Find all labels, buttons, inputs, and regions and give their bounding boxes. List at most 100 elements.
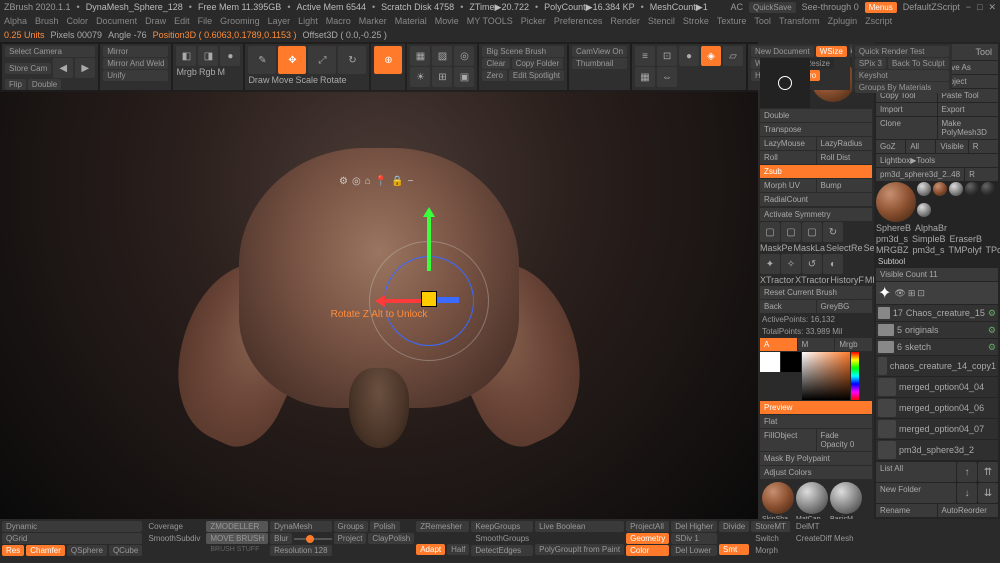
- editspot-button[interactable]: Edit Spotlight: [509, 70, 564, 81]
- seethrough-slider[interactable]: See-through 0: [802, 2, 859, 12]
- hue-slider[interactable]: [851, 352, 859, 400]
- tool-thumb-1[interactable]: [917, 182, 931, 196]
- m-button[interactable]: M: [798, 338, 835, 351]
- mrgb-button[interactable]: Mrgb: [835, 338, 872, 351]
- delhigher-button[interactable]: Del Higher: [671, 521, 717, 532]
- groupsbymat-button[interactable]: Groups By Materials: [855, 82, 949, 93]
- mrgbzg-icon[interactable]: ◐: [823, 254, 843, 274]
- zremesher-button[interactable]: ZRemesher: [416, 521, 469, 532]
- adapt-button[interactable]: Adapt: [416, 544, 445, 555]
- draw-mode-icon[interactable]: ✎: [248, 46, 276, 74]
- import-button[interactable]: Import: [876, 103, 937, 116]
- keyshot-button[interactable]: Keyshot: [855, 70, 949, 81]
- mrgb-icon[interactable]: ◧: [176, 46, 196, 66]
- radialcount-button[interactable]: RadialCount: [760, 193, 872, 206]
- subtool-row-2[interactable]: merged_option04_04: [876, 377, 998, 397]
- delmt-button[interactable]: DelMT: [792, 521, 858, 532]
- double-button[interactable]: Double: [28, 79, 61, 90]
- m-icon[interactable]: ●: [220, 46, 240, 66]
- camview-button[interactable]: CamView On: [572, 46, 627, 57]
- lazymouse-button[interactable]: LazyMouse: [760, 137, 816, 150]
- menu-color[interactable]: Color: [67, 16, 89, 26]
- blur-slider[interactable]: [294, 538, 331, 540]
- prev-cam-icon[interactable]: ◀: [53, 58, 73, 78]
- minimize-icon[interactable]: −: [966, 2, 971, 12]
- backtosculpt-button[interactable]: Back To Sculpt: [888, 58, 949, 69]
- roll-button[interactable]: Roll: [760, 151, 816, 164]
- gear-icon[interactable]: ⚙: [988, 308, 996, 319]
- icon-b[interactable]: ▨: [432, 46, 452, 66]
- defaultzscript-label[interactable]: DefaultZScript: [903, 2, 960, 12]
- smoothgroups-button[interactable]: SmoothGroups: [471, 533, 533, 544]
- storemt-button[interactable]: StoreMT: [751, 521, 790, 532]
- menu-material[interactable]: Material: [395, 16, 427, 26]
- persp-icon[interactable]: ▱: [723, 46, 743, 66]
- groups-button[interactable]: Groups: [334, 521, 368, 532]
- zero-button[interactable]: Zero: [482, 70, 506, 81]
- claypolish-button[interactable]: ClayPolish: [368, 533, 414, 544]
- zmodeller-button[interactable]: ZMODELLER: [206, 521, 268, 532]
- pf-icon[interactable]: ⊡: [657, 46, 677, 66]
- current-tool-preview[interactable]: [876, 182, 916, 222]
- subtool-header[interactable]: Subtool: [876, 256, 998, 267]
- select-camera-button[interactable]: Select Camera: [5, 46, 95, 57]
- folder-sketch[interactable]: 6 sketch ⚙: [876, 339, 998, 355]
- rename-button[interactable]: Rename: [876, 504, 937, 517]
- gizmo-center[interactable]: [421, 291, 437, 307]
- projectall-button[interactable]: ProjectAll: [626, 521, 669, 532]
- sym-x-icon[interactable]: ▢: [760, 222, 780, 242]
- resolution-button[interactable]: Resolution 128: [270, 545, 331, 556]
- tool-thumb-4[interactable]: [965, 182, 979, 196]
- clone-button[interactable]: Clone: [876, 117, 937, 139]
- gizmo-lock-icon[interactable]: 🔒: [391, 176, 403, 187]
- color-button[interactable]: Color: [626, 545, 669, 556]
- subtool-row-5[interactable]: pm3d_sphere3d_2: [876, 440, 998, 460]
- blur-button[interactable]: Blur: [270, 533, 292, 544]
- clear-button[interactable]: Clear: [482, 58, 509, 69]
- gizmo-minus-icon[interactable]: −: [408, 176, 414, 187]
- chamfer-button[interactable]: Chamfer: [26, 545, 65, 556]
- menu-file[interactable]: File: [198, 16, 213, 26]
- quicksave-button[interactable]: QuickSave: [749, 2, 796, 13]
- icon-c[interactable]: ◎: [454, 46, 474, 66]
- r-button[interactable]: R: [969, 140, 998, 153]
- dellower-button[interactable]: Del Lower: [671, 545, 717, 556]
- detectedges-button[interactable]: DetectEdges: [471, 545, 533, 556]
- menu-zplugin[interactable]: Zplugin: [828, 16, 858, 26]
- sym-icon[interactable]: ⇔: [657, 67, 677, 87]
- floor-icon[interactable]: ▦: [635, 67, 655, 87]
- menu-grooming[interactable]: Grooming: [220, 16, 260, 26]
- dynamesh-button[interactable]: DynaMesh: [270, 521, 331, 532]
- qcube-button[interactable]: QCube: [109, 545, 142, 556]
- gizmo-pin-icon[interactable]: 📍: [375, 176, 387, 187]
- gizmo-target-icon[interactable]: ◎: [352, 176, 361, 187]
- material-skinsha[interactable]: [762, 482, 794, 514]
- xtractor-icon[interactable]: ✦: [760, 254, 780, 274]
- menu-alpha[interactable]: Alpha: [4, 16, 27, 26]
- menu-zscript[interactable]: Zscript: [865, 16, 892, 26]
- resetbrush-button[interactable]: Reset Current Brush: [760, 286, 872, 299]
- project-button[interactable]: Project: [334, 533, 367, 544]
- mirror-button[interactable]: Mirror: [103, 46, 168, 57]
- solo-icon[interactable]: ●: [679, 46, 699, 66]
- polygroupit-button[interactable]: PolyGroupIt from Paint: [535, 544, 624, 555]
- half-button[interactable]: Half: [447, 544, 469, 555]
- dynamic-icon[interactable]: ◈: [701, 46, 721, 66]
- newdoc-button[interactable]: New Document: [751, 46, 814, 57]
- menu-light[interactable]: Light: [298, 16, 318, 26]
- autoreorder-button[interactable]: AutoReorder: [938, 504, 999, 517]
- gizmo-gear-icon[interactable]: ⚙: [339, 176, 348, 187]
- icon-d[interactable]: ☀: [410, 67, 430, 87]
- r2-button[interactable]: R: [965, 168, 998, 181]
- arrow-allup-icon[interactable]: ⇈: [978, 462, 998, 482]
- gizmo-home-icon[interactable]: ⌂: [365, 176, 371, 187]
- viewport[interactable]: Select Camera Store Cam ◀ ▶ Flip Double …: [0, 42, 758, 519]
- transpose-button[interactable]: Transpose: [760, 123, 872, 136]
- move-mode-icon[interactable]: ✥: [278, 46, 306, 74]
- menu-movie[interactable]: Movie: [435, 16, 459, 26]
- fillobject-button[interactable]: FillObject: [760, 429, 816, 451]
- rolldist-button[interactable]: Roll Dist: [817, 151, 873, 164]
- menu-transform[interactable]: Transform: [779, 16, 820, 26]
- smt-button[interactable]: Smt: [719, 544, 749, 555]
- thumbnail-button[interactable]: Thumbnail: [572, 58, 627, 69]
